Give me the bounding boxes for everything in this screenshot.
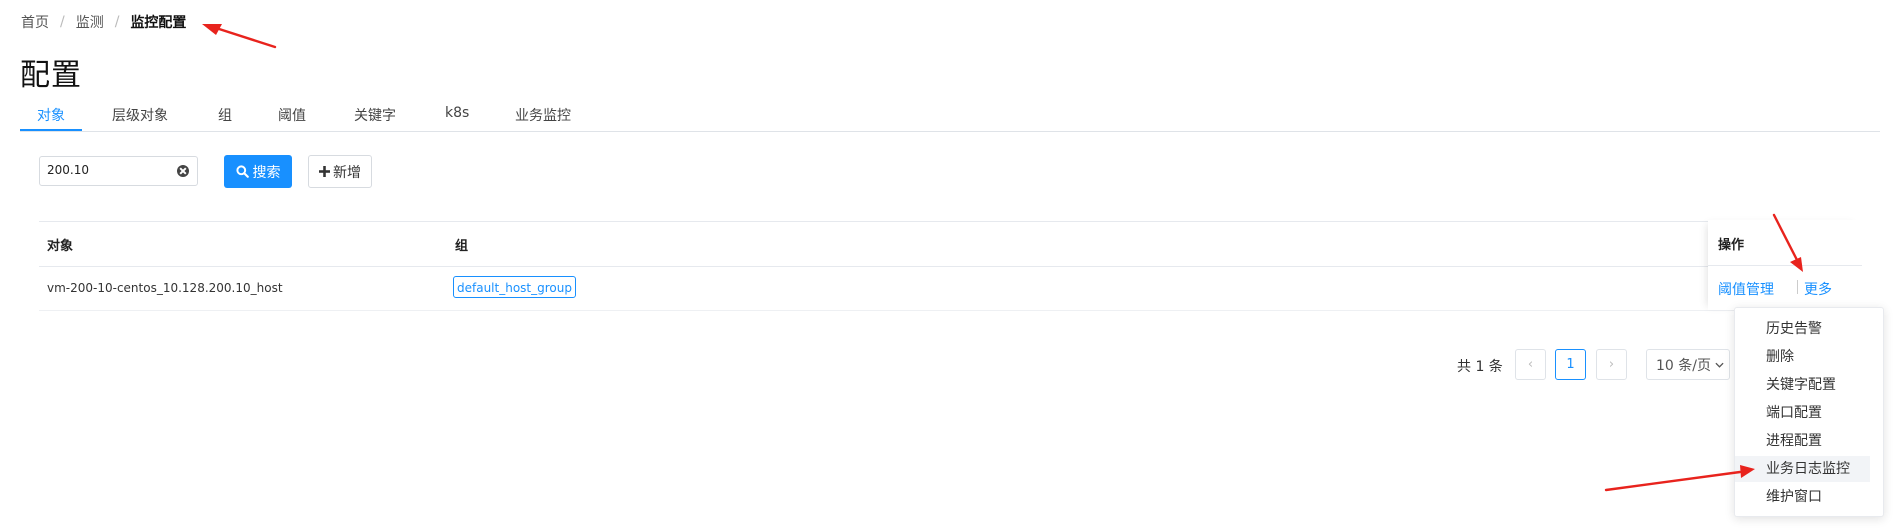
actions-column: 操作 阈值管理 更多: [1708, 220, 1862, 310]
annotation-arrows: [202, 24, 1803, 492]
column-header-actions: 操作: [1718, 238, 1745, 253]
group-tag: default_host_group: [453, 276, 576, 298]
page-button-1[interactable]: 1: [1555, 349, 1586, 380]
search-input[interactable]: [47, 163, 167, 177]
tab-k8s[interactable]: k8s: [445, 105, 469, 121]
page-size-value: 10 条/页: [1656, 357, 1711, 374]
menu-item-delete[interactable]: 删除: [1735, 344, 1870, 370]
more-link[interactable]: 更多: [1804, 279, 1832, 299]
header-divider: [1708, 265, 1862, 266]
add-button-label: 新增: [333, 164, 361, 181]
menu-item-port-config[interactable]: 端口配置: [1735, 400, 1870, 426]
breadcrumb-separator: /: [60, 14, 65, 30]
tab-business-monitoring[interactable]: 业务监控: [515, 105, 571, 125]
more-dropdown-menu: 历史告警 删除 关键字配置 端口配置 进程配置 业务日志监控 维护窗口: [1734, 307, 1884, 517]
search-icon: [235, 165, 249, 178]
threshold-management-link[interactable]: 阈值管理: [1718, 279, 1774, 299]
object-cell: vm-200-10-centos_10.128.200.10_host: [47, 281, 283, 295]
pagination-total: 共 1 条: [1457, 359, 1503, 375]
search-field[interactable]: [39, 156, 198, 186]
prev-page-button[interactable]: ‹: [1515, 349, 1546, 380]
chevron-left-icon: ‹: [1527, 357, 1534, 372]
search-button[interactable]: 搜索: [224, 155, 292, 188]
column-header-object: 对象: [47, 239, 74, 254]
search-button-label: 搜索: [252, 164, 281, 181]
column-header-group: 组: [455, 239, 469, 254]
tab-hierarchical-objects[interactable]: 层级对象: [112, 105, 168, 125]
menu-item-business-log-monitoring[interactable]: 业务日志监控: [1735, 456, 1870, 482]
breadcrumb: 首页 / 监测 / 监控配置: [21, 12, 186, 32]
menu-item-process-config[interactable]: 进程配置: [1735, 428, 1870, 454]
header-divider: [39, 266, 1861, 267]
tab-thresholds[interactable]: 阈值: [278, 105, 306, 125]
tab-bar: 对象 层级对象 组 阈值 关键字 k8s 业务监控: [20, 100, 1880, 132]
table-border: [39, 221, 1861, 222]
page-size-select[interactable]: 10 条/页: [1646, 349, 1730, 380]
tab-objects[interactable]: 对象: [37, 105, 65, 125]
breadcrumb-separator: /: [114, 14, 120, 30]
active-tab-indicator: [20, 129, 82, 131]
add-button[interactable]: 新增: [308, 155, 372, 188]
arrow-to-breadcrumb: [202, 24, 277, 49]
chevron-down-icon: [1715, 362, 1724, 368]
action-separator: [1797, 280, 1798, 294]
arrow-to-menu-item: [1604, 465, 1755, 492]
plus-icon: [319, 166, 330, 177]
next-page-button[interactable]: ›: [1596, 349, 1627, 380]
row-divider: [39, 310, 1861, 311]
menu-item-keyword-config[interactable]: 关键字配置: [1735, 372, 1870, 398]
page-title: 配置: [20, 58, 82, 93]
tab-keywords[interactable]: 关键字: [354, 105, 396, 125]
menu-item-alarm-history[interactable]: 历史告警: [1735, 316, 1870, 342]
menu-item-maintenance-window[interactable]: 维护窗口: [1735, 484, 1870, 510]
breadcrumb-monitoring[interactable]: 监测: [76, 12, 104, 32]
breadcrumb-home[interactable]: 首页: [21, 12, 49, 32]
clear-icon[interactable]: [177, 165, 189, 177]
tab-groups[interactable]: 组: [218, 105, 232, 125]
chevron-right-icon: ›: [1608, 357, 1615, 372]
breadcrumb-current: 监控配置: [130, 15, 187, 31]
